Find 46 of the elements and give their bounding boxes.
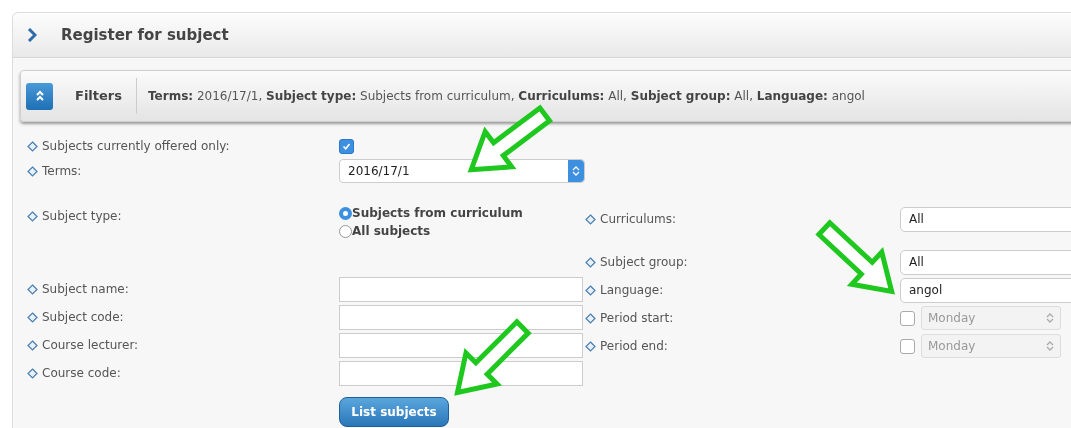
- collapse-button[interactable]: [26, 82, 53, 110]
- field-label: Subjects currently offered only:: [42, 139, 230, 153]
- text-input[interactable]: All: [900, 249, 1071, 275]
- radio-option[interactable]: All subjects: [339, 224, 523, 238]
- filter-summary: Terms: 2016/17/1, Subject type: Subjects from curriculum, Curriculums: All, Subject group: All, Language: angol: [148, 89, 865, 103]
- diamond-bullet-icon: [585, 312, 596, 324]
- diamond-bullet-icon: [27, 283, 38, 295]
- diamond-bullet-icon: [27, 367, 38, 379]
- diamond-bullet-icon: [27, 311, 38, 323]
- diamond-bullet-icon: [585, 340, 596, 352]
- diamond-bullet-icon: [27, 339, 38, 351]
- list-subjects-button[interactable]: List subjects: [339, 397, 449, 427]
- field-label: Subject group:: [600, 255, 688, 269]
- chevron-right-icon: [27, 28, 37, 42]
- double-chevron-up-icon: [34, 90, 45, 102]
- radio-option[interactable]: Subjects from curriculum: [339, 206, 523, 220]
- field-label: Language:: [600, 283, 664, 297]
- field-label: Period end:: [600, 339, 668, 353]
- diamond-bullet-icon: [27, 140, 38, 152]
- select-field[interactable]: 2016/17/1: [339, 159, 585, 183]
- text-input[interactable]: [339, 304, 583, 330]
- checkbox[interactable]: [339, 138, 354, 154]
- updown-icon: [1046, 312, 1054, 324]
- diamond-bullet-icon: [27, 165, 38, 177]
- text-input[interactable]: All: [900, 206, 1071, 232]
- field-label: Subject code:: [42, 310, 124, 324]
- field-label: Course lecturer:: [42, 338, 139, 352]
- field-label: Terms:: [42, 164, 82, 178]
- diamond-bullet-icon: [585, 284, 596, 296]
- field-label: Curriculums:: [600, 212, 677, 226]
- field-label: Period start:: [600, 311, 674, 325]
- diamond-bullet-icon: [585, 256, 596, 268]
- updown-icon: [572, 165, 580, 177]
- filters-label: Filters: [75, 78, 137, 114]
- diamond-bullet-icon: [585, 213, 596, 225]
- radio-dot[interactable]: [339, 206, 352, 220]
- checkmark-icon: [342, 141, 351, 151]
- panel-title: Register for subject: [61, 26, 229, 44]
- text-input[interactable]: angol: [900, 277, 1071, 303]
- text-input[interactable]: [339, 276, 583, 302]
- radio-dot[interactable]: [339, 224, 352, 238]
- field-label: Course code:: [42, 366, 121, 380]
- field-label: Subject name:: [42, 282, 129, 296]
- diamond-bullet-icon: [27, 210, 38, 222]
- field-label: Subject type:: [42, 209, 122, 223]
- updown-icon: [1046, 340, 1054, 352]
